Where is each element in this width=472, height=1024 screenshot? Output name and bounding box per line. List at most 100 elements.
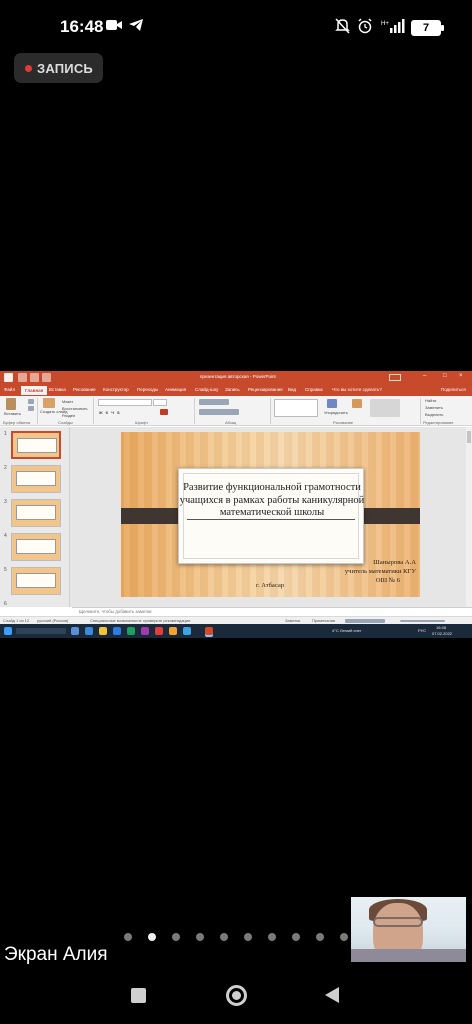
taskbar-time[interactable]: 16:48 (436, 625, 446, 630)
slide-thumbnail[interactable] (11, 567, 61, 595)
mute-icon (335, 18, 350, 39)
input-language[interactable]: РУС (418, 628, 426, 633)
layout-button[interactable]: Макет (62, 399, 73, 404)
group-drawing: Рисование (333, 420, 354, 425)
telegram-icon (128, 18, 144, 37)
shapes-gallery[interactable] (274, 399, 318, 417)
taskbar-date[interactable]: 07.02.2022 (432, 631, 452, 636)
pager-dot[interactable] (244, 933, 252, 941)
pager-dot[interactable] (124, 933, 132, 941)
list-buttons-icon[interactable] (199, 399, 229, 405)
window-title: презентация авторская - PowerPoint (200, 374, 276, 379)
notes-toggle[interactable]: Заметки (285, 618, 300, 623)
close-icon[interactable]: × (459, 373, 463, 379)
teams-icon[interactable] (141, 627, 149, 635)
section-button[interactable]: Раздел (62, 413, 75, 418)
shared-screen[interactable]: презентация авторская - PowerPoint – □ ×… (0, 371, 472, 638)
tab-design[interactable]: Конструктор (103, 387, 129, 392)
pager-dot[interactable] (196, 933, 204, 941)
accessibility-status[interactable]: Специальные возможности: проверьте реком… (90, 618, 190, 623)
edge-icon[interactable] (85, 627, 93, 635)
redo-icon[interactable] (42, 373, 51, 382)
view-buttons[interactable] (345, 619, 385, 623)
font-name-select[interactable] (98, 399, 152, 406)
tab-view[interactable]: Вид (288, 387, 296, 392)
paste-icon[interactable] (6, 398, 16, 410)
alarm-icon (357, 18, 373, 39)
pager-dot[interactable] (172, 933, 180, 941)
select-button[interactable]: Выделить (425, 412, 443, 417)
app-icon-red[interactable] (155, 627, 163, 635)
participant-video[interactable] (351, 897, 466, 962)
pager-dot[interactable] (268, 933, 276, 941)
font-size-select[interactable] (153, 399, 167, 406)
notes-pane[interactable]: Щелкните, чтобы добавить заметки (72, 607, 472, 616)
back-button[interactable] (325, 987, 339, 1003)
share-button[interactable]: Поделиться (441, 387, 466, 392)
minimize-icon[interactable]: – (423, 373, 426, 379)
cut-icon[interactable] (28, 399, 34, 404)
ribbon-divider (270, 398, 271, 424)
slide-canvas[interactable]: Развитие функциональной грамотности учащ… (121, 432, 420, 597)
shape-fill-options[interactable] (370, 399, 400, 417)
slide-title-box[interactable]: Развитие функциональной грамотности учащ… (178, 468, 364, 564)
powerpoint-icon[interactable] (205, 627, 213, 635)
paste-label: Вставить (4, 411, 21, 416)
save-icon[interactable] (18, 373, 27, 382)
pager-dot[interactable] (292, 933, 300, 941)
tab-insert[interactable]: Вставка (49, 387, 66, 392)
tab-home[interactable]: Главная (21, 386, 48, 395)
tab-record[interactable]: Запись (225, 387, 240, 392)
word-icon[interactable] (113, 627, 121, 635)
weather-widget[interactable]: 4°C Легкий снег (332, 628, 361, 633)
group-slides: Слайды (58, 420, 73, 425)
tab-file[interactable]: Файл (4, 387, 15, 392)
recording-indicator[interactable]: ЗАПИСЬ (14, 53, 103, 83)
excel-icon[interactable] (127, 627, 135, 635)
pager-dot-active[interactable] (148, 933, 156, 941)
undo-icon[interactable] (30, 373, 39, 382)
font-color-icon[interactable] (160, 409, 168, 415)
pager-dot[interactable] (316, 933, 324, 941)
find-button[interactable]: Найти (425, 398, 436, 403)
slide-thumbnail[interactable] (11, 499, 61, 527)
quick-styles-icon[interactable] (352, 399, 362, 408)
pager-dot[interactable] (220, 933, 228, 941)
tab-draw[interactable]: Рисование (73, 387, 96, 392)
maximize-icon[interactable]: □ (443, 373, 447, 379)
pager-dot[interactable] (340, 933, 348, 941)
taskbar-search[interactable] (16, 628, 66, 634)
tell-me-search[interactable]: Что вы хотите сделать? (332, 387, 382, 392)
ribbon: Вставить Буфер обмена Создать слайд Маке… (0, 396, 472, 426)
arrange-icon[interactable] (327, 399, 337, 408)
align-buttons-icon[interactable] (199, 409, 239, 415)
slide-thumbnail[interactable] (11, 431, 61, 459)
zoom-slider[interactable] (400, 620, 445, 622)
reset-button[interactable]: Восстановить (62, 406, 88, 411)
task-view-icon[interactable] (71, 627, 79, 635)
home-button[interactable] (226, 985, 247, 1006)
app-icon-blue[interactable] (183, 627, 191, 635)
copy-icon[interactable] (28, 406, 34, 411)
sign-in-button[interactable] (389, 374, 401, 381)
tab-review[interactable]: Рецензирование (248, 387, 283, 392)
comments-toggle[interactable]: Примечания (312, 618, 335, 623)
slide-thumbnail[interactable] (11, 533, 61, 561)
ppt-statusbar: Слайд 1 из 12 русский (Россия) Специальн… (0, 616, 472, 624)
tab-slideshow[interactable]: Слайд-шоу (195, 387, 218, 392)
windows-start-icon[interactable] (4, 627, 12, 635)
tab-animations[interactable]: Анимация (165, 387, 186, 392)
replace-button[interactable]: Заменить (425, 405, 443, 410)
app-icon-orange[interactable] (169, 627, 177, 635)
recents-button[interactable] (131, 988, 146, 1003)
language-status[interactable]: русский (Россия) (37, 618, 68, 623)
explorer-icon[interactable] (99, 627, 107, 635)
slide-thumbnails[interactable]: 1 2 3 4 5 6 (0, 427, 70, 607)
new-slide-icon[interactable] (43, 398, 55, 408)
slide-thumbnail[interactable] (11, 465, 61, 493)
tab-help[interactable]: Справка (305, 387, 323, 392)
tab-transitions[interactable]: Переходы (137, 387, 158, 392)
font-format-buttons[interactable]: ЖКЧS (99, 410, 123, 415)
slide-scrollbar[interactable] (466, 427, 472, 607)
participant-shirt (351, 949, 466, 962)
